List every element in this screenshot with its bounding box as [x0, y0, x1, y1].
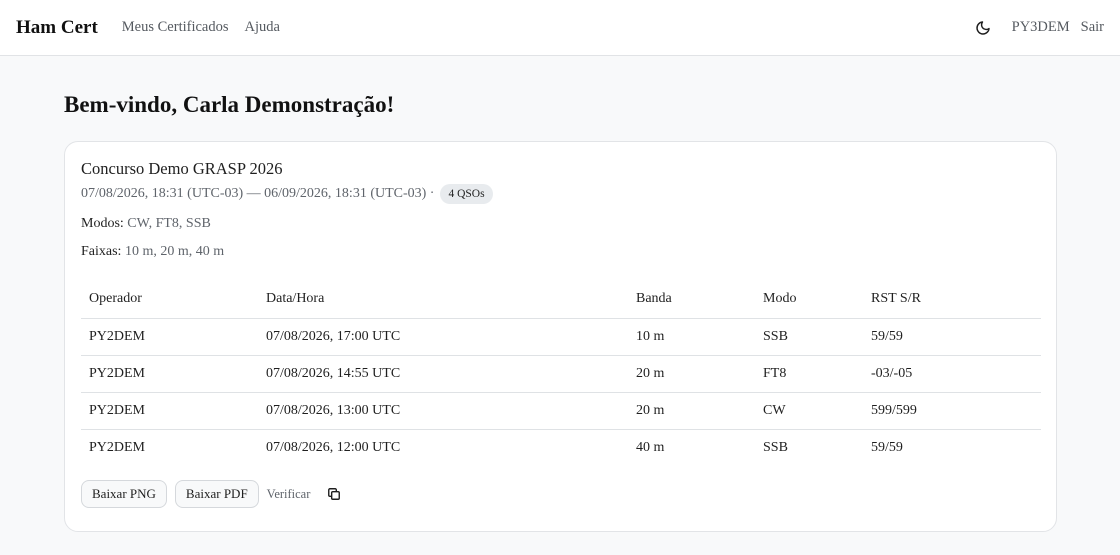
table-row: PY2DEM 07/08/2026, 13:00 UTC 20 m CW 599…: [81, 392, 1041, 430]
cell-operador: PY2DEM: [81, 355, 258, 393]
download-png-button[interactable]: Baixar PNG: [81, 480, 167, 508]
cell-banda: 20 m: [628, 392, 755, 430]
cell-modo: SSB: [763, 440, 788, 455]
brand-logo[interactable]: Ham Cert: [16, 17, 98, 39]
contest-title: Concurso Demo GRASP 2026: [81, 159, 283, 178]
bands-line: Faixas: 10 m, 20 m, 40 m: [81, 242, 1040, 262]
nav-link-ajuda[interactable]: Ajuda: [245, 19, 280, 36]
certificate-card: Concurso Demo GRASP 2026 07/08/2026, 18:…: [64, 141, 1057, 532]
cell-operador: PY2DEM: [89, 440, 146, 455]
table-row: PY2DEM 07/08/2026, 12:00 UTC 40 m SSB 59…: [81, 430, 1041, 467]
cell-banda: 40 m: [636, 440, 665, 455]
copy-icon[interactable]: [326, 486, 342, 502]
modes-line: Modos: CW, FT8, SSB: [81, 214, 1040, 234]
cell-data-hora: 07/08/2026, 12:00 UTC: [266, 440, 401, 455]
column-header-banda: Banda: [628, 279, 755, 319]
column-header-modo: Modo: [755, 279, 863, 319]
cell-operador: PY2DEM: [81, 392, 258, 430]
column-header-rst: RST S/R: [863, 279, 1041, 319]
cell-modo: CW: [755, 392, 863, 430]
logout-link[interactable]: Sair: [1081, 19, 1104, 36]
cell-modo: SSB: [755, 318, 863, 356]
moon-icon[interactable]: [974, 19, 992, 37]
bands-label: Faixas:: [81, 244, 122, 259]
navbar: Ham Cert Meus Certificados Ajuda PY3DEM …: [0, 0, 1120, 56]
cell-operador: PY2DEM: [81, 318, 258, 356]
verify-link[interactable]: Verificar: [267, 487, 311, 502]
contest-date-range: 07/08/2026, 18:31 (UTC-03) — 06/09/2026,…: [81, 186, 435, 201]
cell-rst: 59/59: [863, 318, 1041, 356]
cell-data-hora: 07/08/2026, 13:00 UTC: [258, 392, 628, 430]
nav-user-callsign[interactable]: PY3DEM: [1012, 19, 1070, 36]
cell-rst: 599/599: [863, 392, 1041, 430]
contest-dates: 07/08/2026, 18:31 (UTC-03) — 06/09/2026,…: [81, 184, 1040, 204]
cell-modo: FT8: [755, 355, 863, 393]
cell-rst: 59/59: [871, 440, 903, 455]
column-header-data-hora: Data/Hora: [258, 279, 628, 319]
modes-label: Modos:: [81, 216, 124, 231]
modes-value: CW, FT8, SSB: [127, 216, 211, 231]
table-row: PY2DEM 07/08/2026, 17:00 UTC 10 m SSB 59…: [81, 318, 1041, 356]
qso-count-badge: 4 QSOs: [440, 184, 493, 204]
download-pdf-button[interactable]: Baixar PDF: [174, 480, 259, 508]
qso-table: Operador Data/Hora Banda Modo RST S/R PY…: [81, 279, 1041, 466]
column-header-operador: Operador: [81, 279, 258, 319]
table-header-row: Operador Data/Hora Banda Modo RST S/R: [81, 279, 1041, 319]
cell-data-hora: 07/08/2026, 14:55 UTC: [258, 355, 628, 393]
cell-banda: 10 m: [628, 318, 755, 356]
cell-banda: 20 m: [628, 355, 755, 393]
certificate-actions: Baixar PNG Baixar PDF Verificar: [81, 480, 1040, 508]
table-row: PY2DEM 07/08/2026, 14:55 UTC 20 m FT8 -0…: [81, 355, 1041, 393]
main-content: Bem-vindo, Carla Demonstração! Concurso …: [0, 56, 1120, 532]
cell-rst: -03/-05: [863, 355, 1041, 393]
nav-link-meus-certificados[interactable]: Meus Certificados: [122, 19, 229, 36]
bands-value: 10 m, 20 m, 40 m: [124, 244, 225, 259]
page-title: Bem-vindo, Carla Demonstração!: [64, 92, 395, 117]
cell-data-hora: 07/08/2026, 17:00 UTC: [258, 318, 628, 356]
